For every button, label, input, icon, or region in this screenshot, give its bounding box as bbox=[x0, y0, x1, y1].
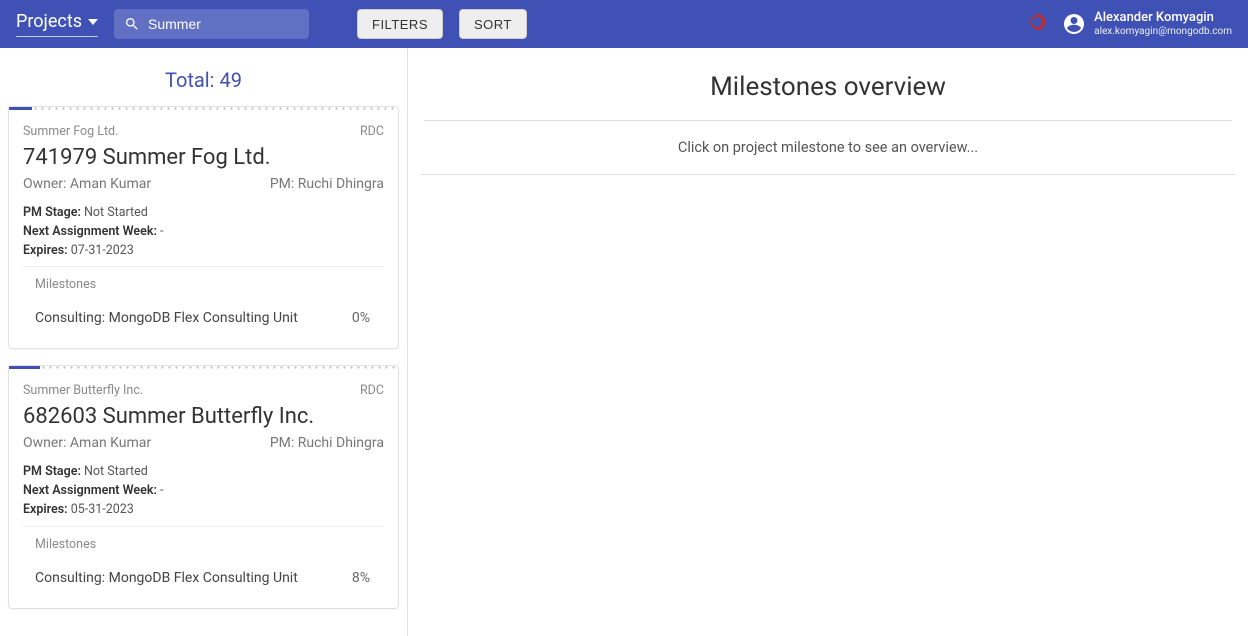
user-email: alex.komyagin@mongodb.com bbox=[1094, 26, 1232, 38]
sort-button[interactable]: SORT bbox=[459, 9, 527, 39]
projects-list-pane[interactable]: Total: 49 Summer Fog Ltd. RDC 741979 Sum… bbox=[0, 48, 408, 636]
card-progress-filled bbox=[9, 366, 40, 369]
project-pm: PM: Ruchi Dhingra bbox=[270, 176, 384, 192]
content-area: Total: 49 Summer Fog Ltd. RDC 741979 Sum… bbox=[0, 48, 1248, 636]
milestones-label: Milestones bbox=[23, 531, 384, 566]
projects-dropdown[interactable]: Projects bbox=[16, 11, 98, 37]
project-owner: Owner: Aman Kumar bbox=[23, 435, 151, 451]
project-title: 741979 Summer Fog Ltd. bbox=[23, 145, 384, 170]
user-name: Alexander Komyagin bbox=[1094, 11, 1232, 26]
filters-button[interactable]: FILTERS bbox=[357, 9, 443, 39]
project-card[interactable]: Summer Butterfly Inc. RDC 682603 Summer … bbox=[8, 365, 399, 608]
notification-icon[interactable] bbox=[1028, 13, 1046, 35]
project-meta: PM Stage: Not Started Next Assignment We… bbox=[23, 204, 384, 267]
projects-dropdown-label: Projects bbox=[16, 11, 82, 32]
card-progress-bar bbox=[9, 107, 398, 110]
milestone-pct: 8% bbox=[352, 570, 370, 586]
search-box[interactable] bbox=[114, 9, 309, 39]
project-tag: RDC bbox=[360, 383, 384, 398]
chevron-down-icon bbox=[88, 19, 98, 25]
milestone-name: Consulting: MongoDB Flex Consulting Unit bbox=[35, 310, 298, 326]
project-pm: PM: Ruchi Dhingra bbox=[270, 435, 384, 451]
milestone-row[interactable]: Consulting: MongoDB Flex Consulting Unit… bbox=[23, 306, 384, 340]
company-name: Summer Butterfly Inc. bbox=[23, 383, 143, 398]
overview-title: Milestones overview bbox=[420, 66, 1236, 120]
project-meta: PM Stage: Not Started Next Assignment We… bbox=[23, 463, 384, 526]
milestone-pct: 0% bbox=[352, 310, 370, 326]
project-card[interactable]: Summer Fog Ltd. RDC 741979 Summer Fog Lt… bbox=[8, 106, 399, 349]
user-menu[interactable]: Alexander Komyagin alex.komyagin@mongodb… bbox=[1062, 11, 1232, 37]
project-owner: Owner: Aman Kumar bbox=[23, 176, 151, 192]
user-avatar-icon bbox=[1062, 12, 1086, 36]
milestones-label: Milestones bbox=[23, 271, 384, 306]
milestone-row[interactable]: Consulting: MongoDB Flex Consulting Unit… bbox=[23, 566, 384, 600]
project-tag: RDC bbox=[360, 124, 384, 139]
overview-pane: Milestones overview Click on project mil… bbox=[408, 48, 1248, 636]
company-name: Summer Fog Ltd. bbox=[23, 124, 118, 139]
app-header: Projects FILTERS SORT Alexander Komyagin… bbox=[0, 0, 1248, 48]
search-icon bbox=[124, 16, 140, 32]
search-input[interactable] bbox=[148, 16, 299, 32]
overview-hint: Click on project milestone to see an ove… bbox=[420, 121, 1236, 175]
project-title: 682603 Summer Butterfly Inc. bbox=[23, 404, 384, 429]
milestone-name: Consulting: MongoDB Flex Consulting Unit bbox=[35, 570, 298, 586]
total-count: Total: 49 bbox=[0, 48, 407, 106]
card-progress-filled bbox=[9, 107, 32, 110]
card-progress-bar bbox=[9, 366, 398, 369]
